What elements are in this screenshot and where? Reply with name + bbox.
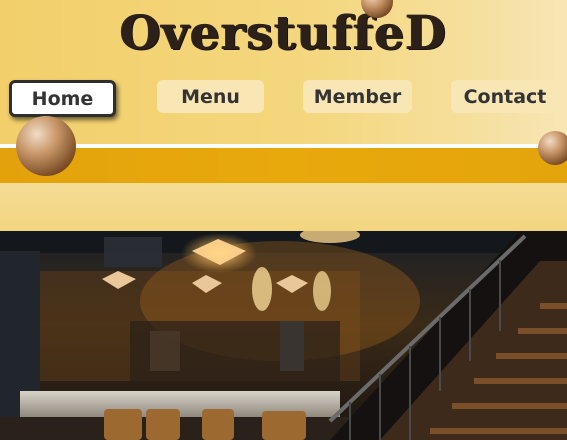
amber-band <box>0 148 567 183</box>
nav-member-button[interactable]: Member <box>303 80 412 113</box>
hero-restaurant-photo <box>0 231 567 440</box>
nav-menu-label: Menu <box>181 85 240 108</box>
nav-member-label: Member <box>313 85 402 108</box>
restaurant-interior-image <box>0 231 567 440</box>
site-header: OverstuffeD Home Menu Member Contact <box>0 0 567 147</box>
decorative-ball-left <box>16 116 76 176</box>
decorative-ball-right <box>538 131 567 165</box>
nav-contact-button[interactable]: Contact <box>451 80 559 113</box>
nav-home-label: Home <box>31 87 94 110</box>
nav-home-button[interactable]: Home <box>9 80 116 117</box>
nav-contact-label: Contact <box>463 85 547 108</box>
site-logo-title: OverstuffeD <box>119 6 448 61</box>
nav-menu-button[interactable]: Menu <box>157 80 264 113</box>
pale-band <box>0 183 567 231</box>
